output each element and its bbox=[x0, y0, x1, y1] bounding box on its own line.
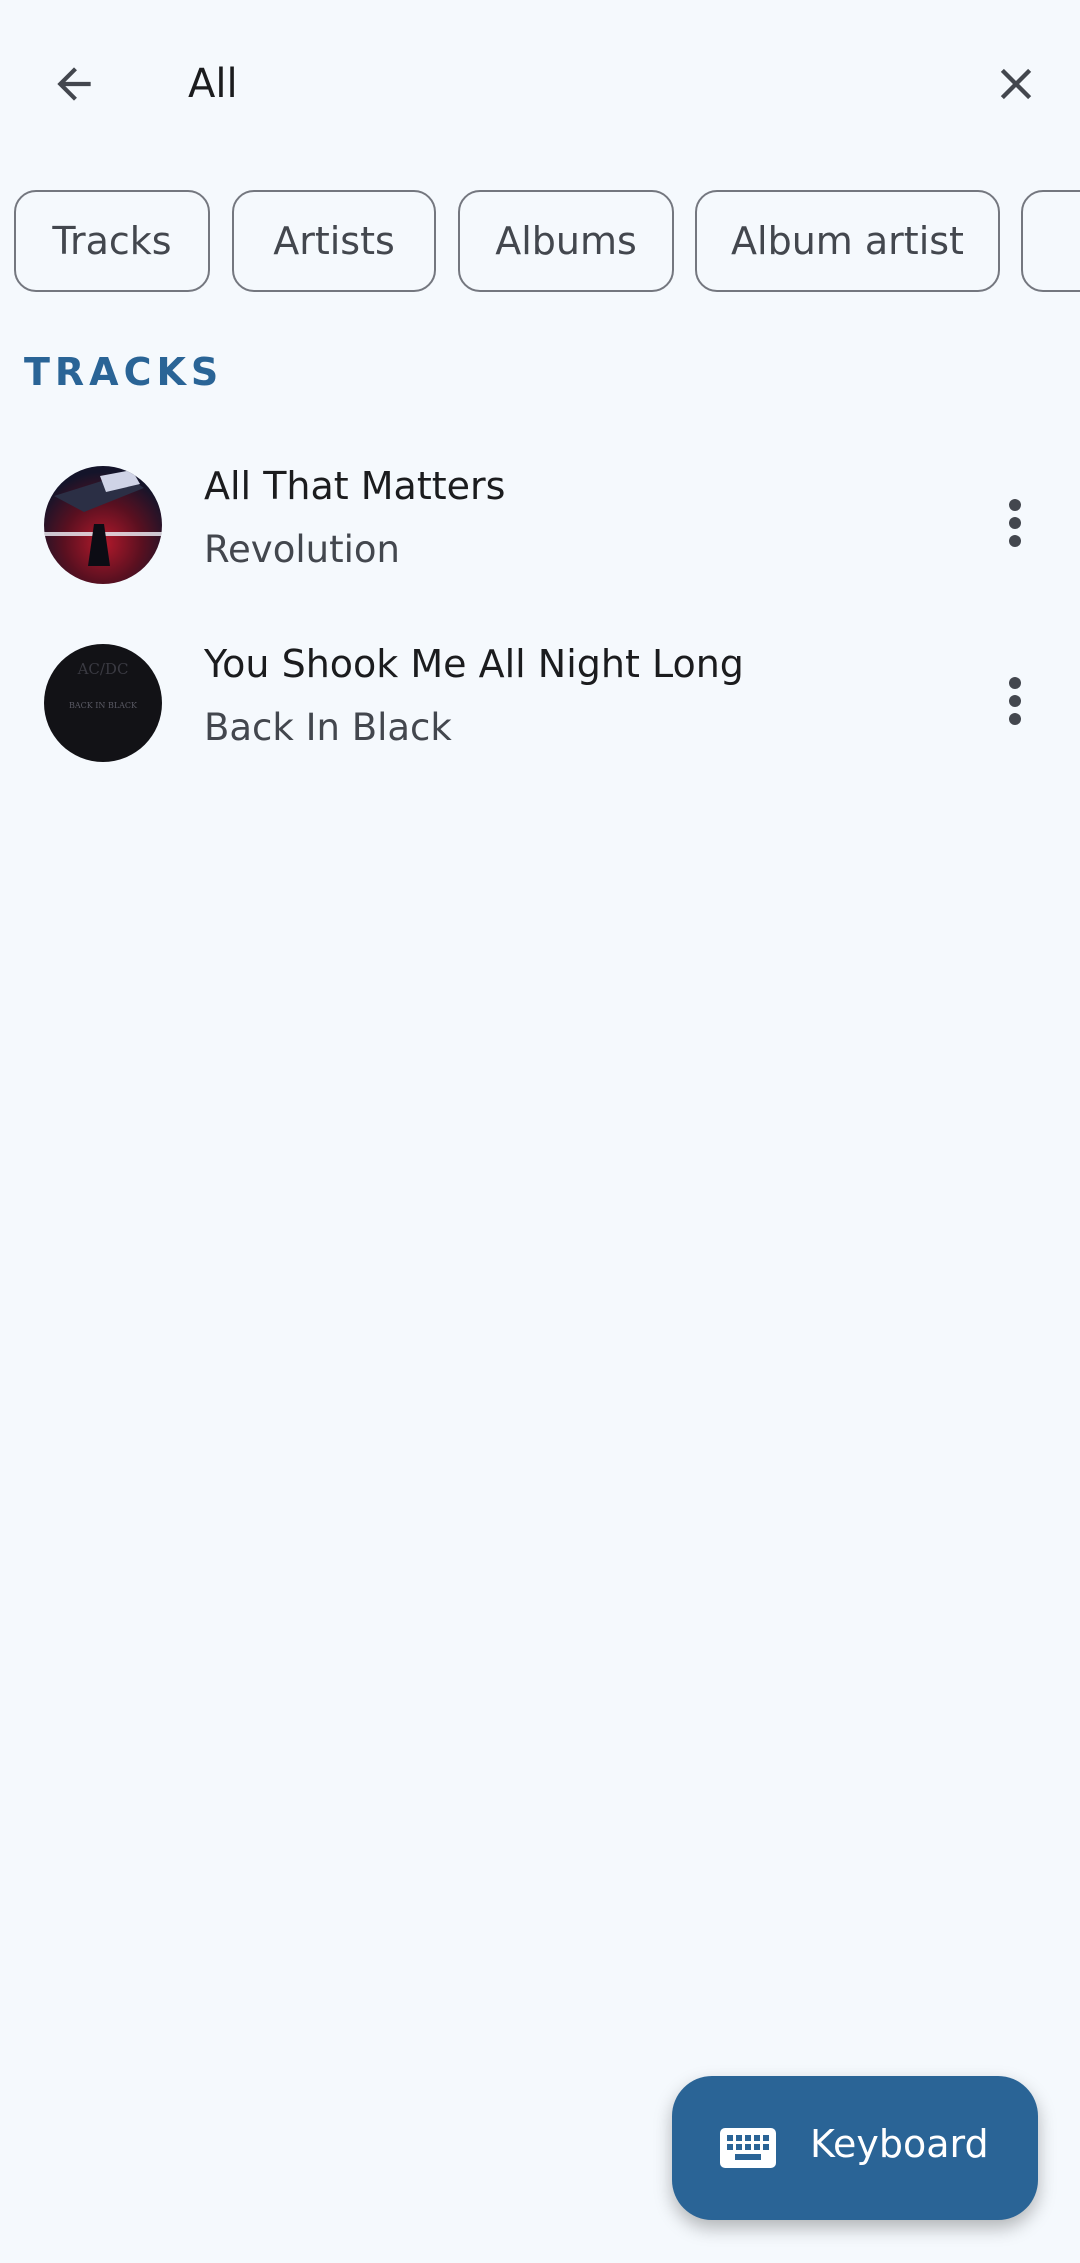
svg-text:AC/DC: AC/DC bbox=[77, 660, 129, 678]
arrow-back-icon bbox=[57, 67, 91, 101]
filter-chip-label: Artists bbox=[273, 219, 395, 263]
filter-chips: Tracks Artists Albums Album artist bbox=[0, 190, 1080, 298]
section-title-tracks: TRACKS bbox=[24, 350, 224, 394]
track-album: Revolution bbox=[204, 528, 400, 571]
back-in-black-album-art-icon: AC/DC BACK IN BLACK bbox=[44, 644, 162, 762]
clear-search-button[interactable] bbox=[976, 44, 1056, 124]
filter-chip-label: Album artist bbox=[731, 219, 964, 263]
filter-chip-albums[interactable]: Albums bbox=[458, 190, 674, 292]
keyboard-button-label: Keyboard bbox=[810, 2122, 989, 2166]
filter-chip-tracks[interactable]: Tracks bbox=[14, 190, 210, 292]
revolution-album-art-icon bbox=[44, 466, 162, 584]
track-row[interactable]: AC/DC BACK IN BLACK You Shook Me All Nig… bbox=[0, 618, 1080, 794]
track-title: All That Matters bbox=[204, 464, 506, 508]
keyboard-icon bbox=[720, 2128, 776, 2168]
filter-chip-label: Albums bbox=[495, 219, 637, 263]
back-button[interactable] bbox=[34, 44, 114, 124]
filter-chip-album-artist[interactable]: Album artist bbox=[695, 190, 1000, 292]
album-art bbox=[44, 466, 162, 584]
filter-chip-artists[interactable]: Artists bbox=[232, 190, 436, 292]
keyboard-button[interactable]: Keyboard bbox=[672, 2076, 1038, 2220]
more-options-button[interactable] bbox=[980, 478, 1050, 568]
filter-chip-label: Tracks bbox=[52, 219, 172, 263]
album-art: AC/DC BACK IN BLACK bbox=[44, 644, 162, 762]
track-row[interactable]: All That Matters Revolution bbox=[0, 440, 1080, 616]
search-input[interactable] bbox=[188, 52, 948, 116]
more-vert-icon bbox=[1009, 499, 1021, 547]
track-album: Back In Black bbox=[204, 706, 452, 749]
track-title: You Shook Me All Night Long bbox=[204, 642, 744, 686]
search-bar bbox=[0, 0, 1080, 170]
close-icon bbox=[1000, 68, 1032, 100]
more-options-button[interactable] bbox=[980, 656, 1050, 746]
svg-text:BACK IN BLACK: BACK IN BLACK bbox=[69, 701, 138, 710]
filter-chip-more[interactable] bbox=[1021, 190, 1080, 292]
more-vert-icon bbox=[1009, 677, 1021, 725]
